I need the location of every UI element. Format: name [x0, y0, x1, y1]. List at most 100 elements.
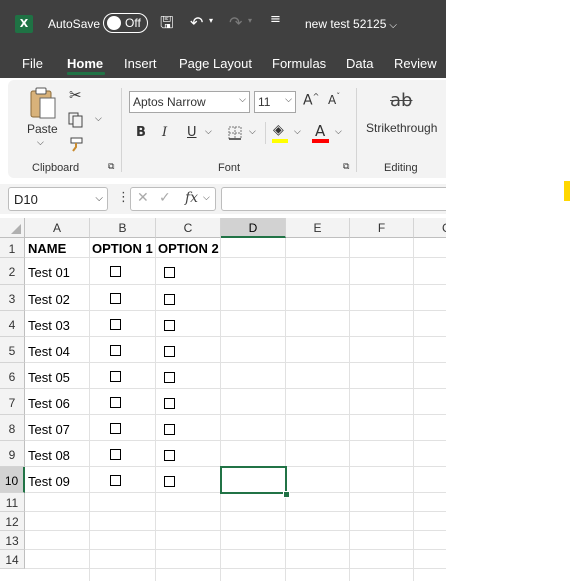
row-header-13[interactable]: 13	[0, 531, 25, 550]
autosave-toggle[interactable]: Off	[103, 13, 148, 33]
column-header-e[interactable]: E	[286, 218, 350, 238]
row-header-4[interactable]: 4	[0, 311, 25, 337]
name-cell[interactable]: Test 01	[28, 265, 70, 280]
name-cell[interactable]: Test 04	[28, 344, 70, 359]
formula-input[interactable]	[221, 187, 446, 211]
option2-checkbox[interactable]	[164, 294, 175, 305]
enter-icon[interactable]: ✓	[159, 190, 171, 206]
row-header-5[interactable]: 5	[0, 337, 25, 363]
decrease-font-size-icon[interactable]: Aˇ	[328, 92, 340, 107]
option2-checkbox[interactable]	[164, 320, 175, 331]
name-cell[interactable]: Test 03	[28, 318, 70, 333]
document-title[interactable]: new test 52125 ⌵	[305, 17, 397, 31]
name-cell[interactable]: Test 02	[28, 292, 70, 307]
name-cell[interactable]: Test 06	[28, 396, 70, 411]
undo-dropdown-icon[interactable]: ▾	[209, 16, 213, 25]
option1-checkbox[interactable]	[110, 266, 121, 277]
option1-checkbox[interactable]	[110, 449, 121, 460]
scissors-icon[interactable]: ✂	[69, 86, 82, 104]
insert-function-button[interactable]: fx	[185, 190, 198, 206]
row-header-3[interactable]: 3	[0, 285, 25, 311]
paste-button[interactable]: Paste	[27, 122, 58, 136]
row-header-11[interactable]: 11	[0, 493, 25, 512]
tab-insert[interactable]: Insert	[124, 56, 157, 71]
row-header-10[interactable]: 10	[0, 467, 25, 493]
fill-color-icon[interactable]: ◈	[273, 122, 284, 138]
cancel-icon[interactable]: ✕	[137, 190, 149, 206]
option2-checkbox[interactable]	[164, 267, 175, 278]
more-options-icon[interactable]: ⋮	[117, 190, 130, 205]
row-header-2[interactable]: 2	[0, 258, 25, 285]
font-name-select[interactable]: Aptos Narrow ⌵	[129, 91, 250, 113]
fill-color-dropdown-icon[interactable]: ⌵	[294, 127, 301, 137]
strikethrough-button[interactable]: Strikethrough	[366, 121, 437, 135]
font-launcher-icon[interactable]: ⧉	[343, 162, 349, 172]
option2-checkbox[interactable]	[164, 424, 175, 435]
paste-dropdown-icon[interactable]: ⌵	[37, 138, 44, 148]
fill-handle[interactable]	[283, 491, 290, 498]
row-header-1[interactable]: 1	[0, 238, 25, 258]
row-header-8[interactable]: 8	[0, 415, 25, 441]
tab-file[interactable]: File	[22, 56, 43, 71]
name-cell[interactable]: Test 08	[28, 448, 70, 463]
name-cell[interactable]: Test 07	[28, 422, 70, 437]
column-header-b[interactable]: B	[90, 218, 156, 238]
tab-data[interactable]: Data	[346, 56, 373, 71]
font-color-icon[interactable]: A	[315, 122, 325, 140]
row-header-14[interactable]: 14	[0, 550, 25, 569]
redo-dropdown-icon[interactable]: ▾	[248, 16, 252, 25]
copy-dropdown-icon[interactable]: ⌵	[95, 114, 102, 124]
clipboard-launcher-icon[interactable]: ⧉	[108, 162, 114, 172]
option2-checkbox[interactable]	[164, 346, 175, 357]
row-header-12[interactable]: 12	[0, 512, 25, 531]
worksheet-grid[interactable]: A B C D E F G 1234567891011121314NAMEOPT…	[0, 218, 446, 581]
option1-checkbox[interactable]	[110, 475, 121, 486]
customize-qat-icon[interactable]: ≡	[270, 12, 281, 27]
header-cell[interactable]: OPTION 2	[158, 241, 219, 256]
row-header-7[interactable]: 7	[0, 389, 25, 415]
option1-checkbox[interactable]	[110, 397, 121, 408]
paste-icon[interactable]	[28, 86, 58, 120]
strikethrough-icon[interactable]: ab	[390, 90, 412, 111]
option1-checkbox[interactable]	[110, 293, 121, 304]
tab-formulas[interactable]: Formulas	[272, 56, 326, 71]
undo-icon[interactable]: ↶	[190, 13, 203, 32]
column-header-c[interactable]: C	[156, 218, 221, 238]
name-cell[interactable]: Test 05	[28, 370, 70, 385]
redo-icon[interactable]: ↷	[229, 13, 242, 32]
borders-dropdown-icon[interactable]: ⌵	[249, 127, 256, 137]
option1-checkbox[interactable]	[110, 319, 121, 330]
underline-button[interactable]: U	[187, 125, 197, 140]
bold-button[interactable]: B	[136, 125, 146, 140]
header-cell[interactable]: NAME	[28, 241, 66, 256]
select-all-button[interactable]	[0, 218, 25, 238]
name-cell[interactable]: Test 09	[28, 474, 70, 489]
italic-button[interactable]: I	[162, 125, 167, 140]
option1-checkbox[interactable]	[110, 371, 121, 382]
option2-checkbox[interactable]	[164, 372, 175, 383]
option1-checkbox[interactable]	[110, 423, 121, 434]
column-header-g[interactable]: G	[414, 218, 446, 238]
underline-dropdown-icon[interactable]: ⌵	[205, 127, 212, 137]
brush-icon[interactable]	[69, 137, 85, 153]
copy-icon[interactable]	[68, 112, 84, 128]
borders-icon[interactable]	[228, 126, 242, 140]
option2-checkbox[interactable]	[164, 476, 175, 487]
tab-page-layout[interactable]: Page Layout	[179, 56, 252, 71]
font-size-select[interactable]: 11 ⌵	[254, 91, 296, 113]
font-color-dropdown-icon[interactable]: ⌵	[335, 127, 342, 137]
header-cell[interactable]: OPTION 1	[92, 241, 153, 256]
row-header-9[interactable]: 9	[0, 441, 25, 467]
active-cell[interactable]	[220, 466, 287, 494]
tab-review[interactable]: Review	[394, 56, 437, 71]
column-header-a[interactable]: A	[25, 218, 90, 238]
column-header-d[interactable]: D	[221, 218, 286, 238]
increase-font-size-icon[interactable]: A^	[303, 92, 319, 109]
option2-checkbox[interactable]	[164, 450, 175, 461]
column-header-f[interactable]: F	[350, 218, 414, 238]
save-icon[interactable]: 🖫	[160, 12, 174, 39]
tab-home[interactable]: Home	[67, 56, 103, 71]
option1-checkbox[interactable]	[110, 345, 121, 356]
option2-checkbox[interactable]	[164, 398, 175, 409]
row-header-6[interactable]: 6	[0, 363, 25, 389]
